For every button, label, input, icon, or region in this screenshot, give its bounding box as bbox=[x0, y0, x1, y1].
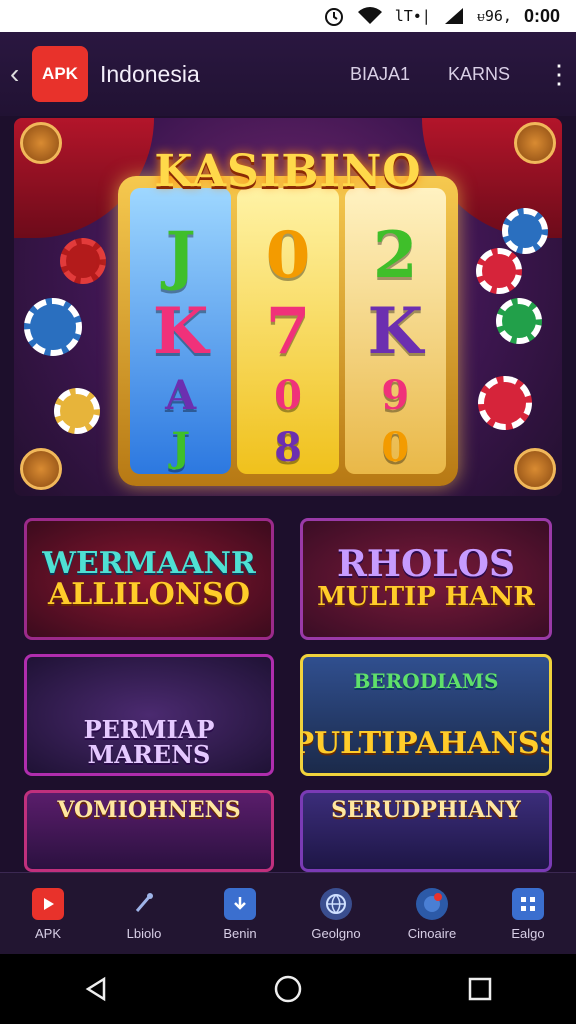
bottom-nav-label: Ealgo bbox=[511, 925, 545, 941]
casino-chip-icon bbox=[478, 376, 532, 430]
game-tile[interactable]: WERMAANR ALLILONSO bbox=[24, 518, 274, 640]
alarm-icon bbox=[323, 5, 345, 27]
hero-banner[interactable]: KASIBINO J K A J 0 7 0 8 2 K 9 0 bbox=[14, 118, 562, 496]
status-bar: lT∙| ᵾ96, 0:00 bbox=[0, 0, 576, 32]
game-tile[interactable]: PERMIAP MARENS bbox=[24, 654, 274, 776]
game-tile-subtitle: ALLILONSO bbox=[48, 577, 250, 612]
system-nav-bar bbox=[0, 954, 576, 1024]
top-nav-link-1[interactable]: BIAJA1 bbox=[350, 64, 410, 85]
apk-logo[interactable]: APK bbox=[32, 46, 88, 102]
game-tile[interactable]: BERODIAMS PULTIPAHANSS bbox=[300, 654, 552, 776]
game-tile[interactable]: SERUDPHIANY bbox=[300, 790, 552, 872]
reel-symbol: 9 bbox=[381, 372, 410, 419]
reel-symbol: K bbox=[367, 294, 424, 369]
grid-icon bbox=[512, 887, 544, 920]
casino-chip-icon bbox=[476, 248, 522, 294]
globe-icon bbox=[320, 887, 352, 920]
chat-icon bbox=[416, 887, 448, 920]
casino-chip-icon bbox=[54, 388, 100, 434]
game-tile-title: SERUDPHIANY bbox=[331, 797, 521, 823]
bottom-nav-item-lbiolo[interactable]: Lbiolo bbox=[104, 888, 184, 941]
wifi-icon bbox=[357, 6, 383, 26]
gear-ornament-icon bbox=[514, 448, 556, 490]
bottom-nav-label: Lbiolo bbox=[126, 925, 162, 941]
signal-text: ᵾ96, bbox=[476, 6, 512, 25]
slot-reel: J K A J bbox=[130, 188, 232, 474]
bottom-nav-label: Geolgno bbox=[311, 925, 361, 941]
game-tile-subtitle: MULTIP HANR bbox=[317, 582, 535, 613]
gear-ornament-icon bbox=[514, 122, 556, 164]
game-tile[interactable]: RHOLOS MULTIP HANR bbox=[300, 518, 552, 640]
casino-chip-icon bbox=[24, 298, 82, 356]
hero-title: KASIBINO bbox=[154, 146, 422, 197]
reel-symbol: J bbox=[171, 424, 191, 471]
game-tile-title: WERMAANR bbox=[42, 545, 256, 581]
casino-chip-icon bbox=[60, 238, 106, 284]
bottom-nav-item-ealgo[interactable]: Ealgo bbox=[488, 887, 568, 941]
recents-square-icon[interactable] bbox=[450, 959, 510, 1019]
reel-symbol: 0 bbox=[274, 372, 302, 419]
game-tile-title: PULTIPAHANSS bbox=[300, 725, 552, 761]
bottom-nav-item-apk[interactable]: APK bbox=[8, 887, 88, 941]
reel-symbol: 8 bbox=[274, 424, 302, 471]
game-tile-title: RHOLOS bbox=[337, 543, 515, 586]
bottom-nav-label: APK bbox=[34, 925, 61, 941]
bottom-nav: APK Lbiolo Benin Geolgno Cinoaire Ealgo bbox=[0, 872, 576, 955]
reel-symbol: 2 bbox=[373, 218, 418, 293]
game-tile-subtitle: BERODIAMS bbox=[353, 668, 499, 693]
bottom-nav-item-cinoaire[interactable]: Cinoaire bbox=[392, 887, 472, 941]
slot-machine: KASIBINO J K A J 0 7 0 8 2 K 9 0 bbox=[118, 146, 458, 486]
game-tile-title: PERMIAP MARENS bbox=[83, 714, 215, 769]
app-bar: ‹ APK Indonesia BIAJA1 KARNS ⋮ bbox=[0, 32, 576, 116]
gear-ornament-icon bbox=[20, 122, 62, 164]
play-icon bbox=[32, 887, 64, 920]
bottom-nav-item-benin[interactable]: Benin bbox=[200, 887, 280, 941]
back-triangle-icon[interactable] bbox=[66, 959, 126, 1019]
top-nav-link-2[interactable]: KARNS bbox=[448, 64, 510, 85]
home-circle-icon[interactable] bbox=[258, 959, 318, 1019]
slot-reels: J K A J 0 7 0 8 2 K 9 0 bbox=[130, 188, 446, 474]
bottom-nav-item-geolgno[interactable]: Geolgno bbox=[296, 887, 376, 941]
overflow-menu-icon[interactable]: ⋮ bbox=[546, 59, 572, 90]
casino-chip-icon bbox=[502, 208, 548, 254]
game-tile-title: VOMIOHNENS bbox=[57, 797, 241, 823]
reel-symbol: J bbox=[165, 218, 196, 293]
reel-symbol: 7 bbox=[265, 294, 311, 369]
download-icon bbox=[224, 887, 256, 920]
top-nav-links: BIAJA1 KARNS bbox=[350, 64, 510, 85]
bottom-nav-label: Benin bbox=[223, 925, 257, 941]
carrier-text: lT∙| bbox=[394, 7, 431, 25]
reel-symbol: A bbox=[165, 372, 197, 419]
gear-ornament-icon bbox=[20, 448, 62, 490]
reel-symbol: 0 bbox=[265, 218, 311, 293]
slot-reel: 0 7 0 8 bbox=[237, 188, 339, 474]
stylus-icon bbox=[128, 888, 160, 920]
casino-chip-icon bbox=[496, 298, 542, 344]
back-arrow-icon[interactable]: ‹ bbox=[10, 58, 32, 90]
signal-icon bbox=[443, 6, 465, 26]
slot-reel: 2 K 9 0 bbox=[344, 188, 446, 474]
bottom-nav-label: Cinoaire bbox=[407, 925, 457, 941]
clock: 0:00 bbox=[523, 5, 560, 26]
game-tile[interactable]: VOMIOHNENS bbox=[24, 790, 274, 872]
app-title: Indonesia bbox=[100, 60, 200, 87]
reel-symbol: K bbox=[152, 294, 209, 369]
reel-symbol: 0 bbox=[381, 424, 410, 471]
